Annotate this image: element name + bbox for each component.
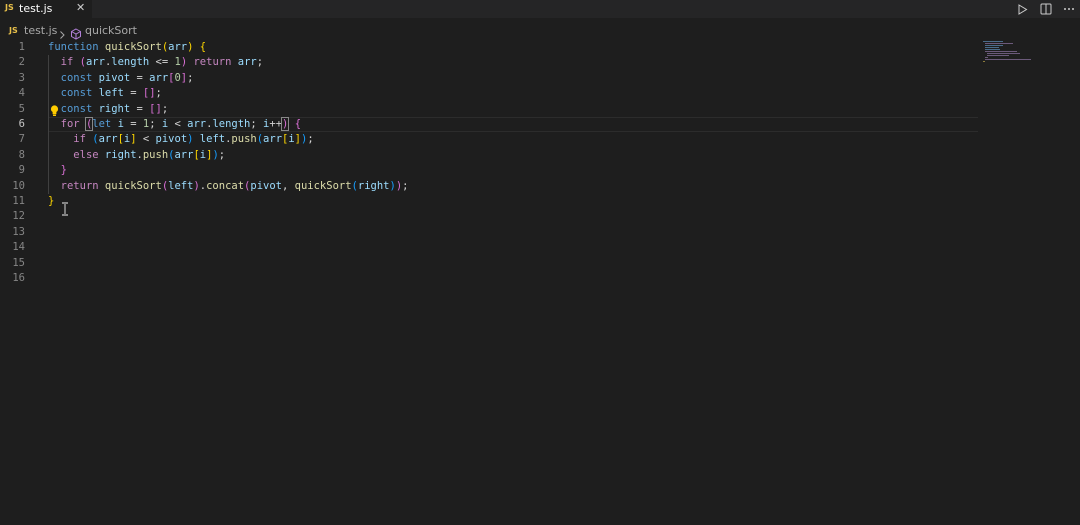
line-number: 16: [12, 272, 25, 284]
minimap-line: [985, 47, 999, 48]
minimap-line: [985, 57, 988, 58]
breadcrumb-symbol[interactable]: quickSort: [85, 24, 137, 37]
code-line: if (arr.length <= 1) return arr;: [60, 56, 264, 69]
minimap-line: [983, 61, 985, 62]
tab-label: test.js: [19, 2, 53, 15]
minimap-line: [987, 53, 1020, 54]
line-number: 5: [18, 102, 25, 115]
close-icon[interactable]: ✕: [76, 1, 85, 14]
code-line: }: [60, 164, 67, 177]
minimap-line: [985, 45, 1003, 46]
line-number: 8: [18, 148, 25, 161]
minimap-line: [985, 49, 1000, 50]
line-number: 14: [12, 241, 25, 254]
line-number: 2: [18, 56, 25, 69]
breadcrumb-file[interactable]: test.js: [24, 24, 57, 37]
minimap-line: [985, 51, 1017, 52]
javascript-file-icon: JS: [5, 3, 14, 12]
code-line: if (arr[i] < pivot) left.push(arr[i]);: [73, 133, 314, 146]
minimap-line: [985, 43, 1013, 44]
minimap-line: [985, 59, 1031, 60]
line-number: 11: [12, 195, 25, 207]
tab-test-js[interactable]: JS test.js ✕: [0, 0, 92, 18]
line-number: 3: [18, 71, 25, 84]
split-editor-icon[interactable]: [1034, 0, 1057, 18]
line-number: 7: [18, 133, 25, 146]
run-icon[interactable]: [1011, 0, 1034, 18]
code-line: }: [48, 195, 55, 207]
code-line: function quickSort(arr) {: [48, 41, 207, 53]
line-number: 4: [18, 87, 25, 100]
text-cursor-icon: [61, 201, 69, 220]
javascript-file-icon: JS: [9, 26, 18, 35]
line-number: 10: [12, 179, 25, 192]
editor-actions: [1011, 0, 1080, 18]
minimap-line: [983, 41, 1003, 42]
line-number: 13: [12, 225, 25, 238]
code-line: return quickSort(left).concat(pivot, qui…: [60, 179, 409, 192]
line-number: 1: [18, 41, 25, 53]
code-line: else right.push(arr[i]);: [73, 148, 226, 161]
line-number-active: 6: [18, 118, 25, 130]
code-line: const pivot = arr[0];: [60, 71, 194, 84]
breadcrumb: JS test.js quickSort: [0, 23, 400, 40]
minimap[interactable]: [983, 40, 1043, 70]
line-number: 9: [18, 164, 25, 177]
lightbulb-icon[interactable]: [50, 102, 59, 121]
code-line: const right = [];: [60, 102, 169, 115]
more-actions-icon[interactable]: [1057, 0, 1080, 18]
line-number: 15: [12, 256, 25, 269]
minimap-line: [987, 55, 1009, 56]
tab-bar: JS test.js ✕: [0, 0, 1080, 18]
line-number: 12: [12, 210, 25, 223]
code-line-active: for (let i = 1; i < arr.length; i++) {: [60, 117, 302, 131]
code-editor[interactable]: 1 2 3 4 5 6 7 8 9 10 11 12 13 14 15 16 f…: [0, 40, 980, 525]
code-line: const left = [];: [60, 87, 162, 100]
